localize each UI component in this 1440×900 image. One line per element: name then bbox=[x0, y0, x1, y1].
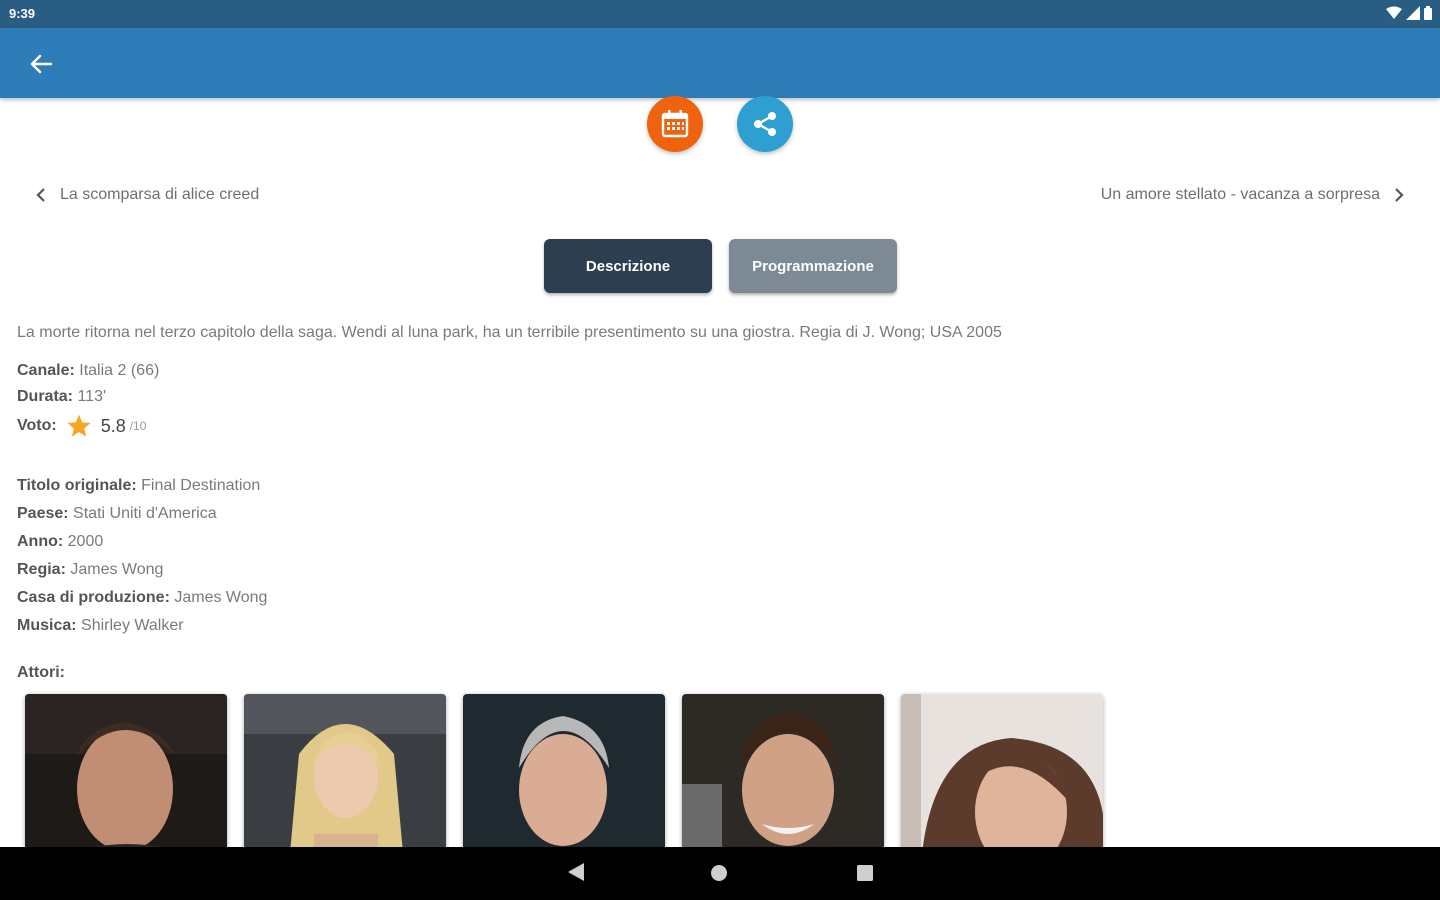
detail-label: Anno: bbox=[17, 533, 64, 550]
battery-icon bbox=[1424, 6, 1432, 20]
system-nav-bar bbox=[0, 847, 1440, 900]
status-icons bbox=[1386, 6, 1432, 20]
status-bar: 9:39 bbox=[0, 0, 1440, 28]
actor-card[interactable] bbox=[463, 694, 665, 864]
detail-value: 2000 bbox=[67, 533, 104, 550]
detail-row: Titolo originale: Final Destination bbox=[17, 472, 1423, 500]
next-program-link[interactable]: Un amore stellato - vacanza a sorpresa bbox=[1101, 186, 1404, 204]
rating-row: Voto: 5.8 /10 bbox=[17, 410, 1423, 442]
share-button[interactable] bbox=[737, 96, 793, 152]
star-icon bbox=[67, 414, 91, 437]
actor-card[interactable] bbox=[25, 694, 227, 864]
next-program-title: Un amore stellato - vacanza a sorpresa bbox=[1100, 186, 1380, 203]
channel-row: Canale: Italia 2 (66) bbox=[17, 358, 1423, 384]
channel-label: Canale: bbox=[17, 362, 75, 379]
description-panel: La morte ritorna nel terzo capitolo dell… bbox=[17, 322, 1423, 640]
actor-photo bbox=[25, 694, 227, 864]
rating-label: Voto: bbox=[17, 417, 57, 434]
detail-value: James Wong bbox=[174, 589, 268, 606]
detail-value: Final Destination bbox=[141, 477, 261, 494]
nav-recents-icon[interactable] bbox=[856, 864, 874, 882]
status-time: 9:39 bbox=[9, 6, 36, 21]
actor-photo bbox=[244, 694, 446, 864]
actor-card[interactable] bbox=[901, 694, 1103, 864]
detail-label: Musica: bbox=[17, 617, 77, 634]
calendar-icon bbox=[661, 110, 689, 138]
back-arrow-icon bbox=[30, 54, 52, 74]
tab-descrizione[interactable]: Descrizione bbox=[544, 239, 712, 293]
rating-value: 5.8 bbox=[100, 415, 126, 436]
detail-value: James Wong bbox=[70, 561, 164, 578]
chevron-left-icon bbox=[36, 188, 45, 202]
detail-label: Titolo originale: bbox=[17, 477, 137, 494]
duration-label: Durata: bbox=[17, 388, 74, 405]
nav-back-icon[interactable] bbox=[566, 861, 586, 883]
detail-value: Stati Uniti d'America bbox=[73, 505, 217, 522]
actors-carousel bbox=[25, 694, 1103, 864]
wifi-icon bbox=[1386, 6, 1402, 19]
actors-label: Attori: bbox=[17, 664, 65, 681]
duration-value: 113' bbox=[77, 388, 107, 405]
actor-card[interactable] bbox=[244, 694, 446, 864]
detail-row: Regia: James Wong bbox=[17, 556, 1423, 584]
detail-label: Casa di produzione: bbox=[17, 589, 170, 606]
actor-photo bbox=[901, 694, 1103, 864]
actor-photo bbox=[463, 694, 665, 864]
tab-bar: Descrizione Programmazione bbox=[544, 239, 897, 293]
detail-row: Paese: Stati Uniti d'America bbox=[17, 500, 1423, 528]
signal-icon bbox=[1406, 6, 1420, 20]
previous-program-link[interactable]: La scomparsa di alice creed bbox=[36, 186, 259, 204]
detail-label: Regia: bbox=[17, 561, 66, 578]
detail-row: Casa di produzione: James Wong bbox=[17, 584, 1423, 612]
detail-row: Anno: 2000 bbox=[17, 528, 1423, 556]
nav-home-icon[interactable] bbox=[710, 864, 728, 882]
actor-photo bbox=[682, 694, 884, 864]
detail-row: Musica: Shirley Walker bbox=[17, 612, 1423, 640]
channel-value: Italia 2 (66) bbox=[79, 362, 160, 379]
tab-programmazione[interactable]: Programmazione bbox=[729, 239, 897, 293]
chevron-right-icon bbox=[1395, 188, 1404, 202]
app-bar bbox=[0, 28, 1440, 98]
rating-max: /10 bbox=[129, 419, 147, 433]
add-reminder-button[interactable] bbox=[647, 96, 703, 152]
previous-program-title: La scomparsa di alice creed bbox=[60, 186, 260, 203]
detail-value: Shirley Walker bbox=[81, 617, 184, 634]
back-button[interactable] bbox=[24, 47, 58, 81]
actor-card[interactable] bbox=[682, 694, 884, 864]
detail-label: Paese: bbox=[17, 505, 69, 522]
program-description: La morte ritorna nel terzo capitolo dell… bbox=[17, 324, 1002, 341]
duration-row: Durata: 113' bbox=[17, 384, 1423, 410]
share-icon bbox=[754, 112, 776, 136]
